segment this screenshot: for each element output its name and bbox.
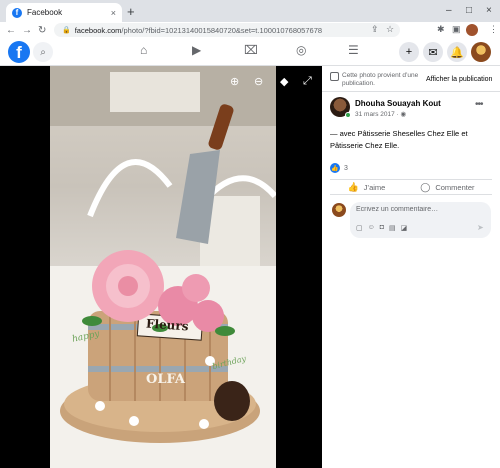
browser-tab-bar: f Facebook × + – □ ×	[0, 0, 500, 22]
like-reaction-icon: 👍	[330, 163, 340, 173]
tab-close-icon[interactable]: ×	[111, 8, 116, 18]
fullscreen-icon[interactable]: ⤢	[303, 75, 312, 88]
emoji-icon[interactable]: ☺	[368, 224, 375, 232]
audience-globe-icon: ◉	[400, 111, 407, 118]
sticker-icon[interactable]: ◪	[401, 224, 408, 232]
minimize-button[interactable]: –	[446, 5, 452, 16]
extensions-icon[interactable]: ✱	[437, 24, 445, 35]
close-window-button[interactable]: ×	[486, 5, 492, 16]
lock-icon: 🔒	[62, 27, 71, 34]
thumbs-up-icon: 👍	[347, 181, 359, 192]
post-source-notice: Cette photo provient d’une publication. …	[330, 70, 500, 92]
caption-suffix: .	[397, 141, 400, 150]
comment-input[interactable]	[356, 206, 484, 213]
home-icon[interactable]: ⌂	[140, 43, 147, 57]
cake-photo[interactable]: Fleurs OLFA happy birthday	[50, 66, 276, 468]
messenger-icon[interactable]: ✉	[423, 42, 443, 62]
facebook-logo-icon[interactable]: f	[8, 41, 30, 63]
post-actions: 👍 J’aime ◯ Commenter	[330, 179, 492, 195]
reaction-count: 3	[344, 164, 348, 172]
gif-icon[interactable]: ▤	[389, 224, 396, 232]
photo-viewer: Fleurs OLFA happy birthday ⊕ ⊖ ◆ ⤢	[0, 66, 322, 468]
account-avatar[interactable]	[471, 42, 491, 62]
new-tab-button[interactable]: +	[127, 4, 135, 19]
tag-link-sheselles[interactable]: Pâtisserie Sheselles Chez Elle	[358, 129, 460, 138]
post-date-text: 31 mars 2017 ·	[355, 111, 401, 118]
cake-plaque-text: Fleurs	[145, 316, 189, 334]
more-options-button[interactable]: •••	[475, 99, 483, 110]
comment-bubble-icon: ◯	[420, 181, 431, 192]
cake-illustration	[50, 66, 276, 468]
maximize-button[interactable]: □	[466, 5, 472, 16]
composer-tools: ▢ ☺ ◘ ▤ ◪	[356, 224, 407, 232]
menu-icon[interactable]: ☰	[348, 43, 359, 57]
facebook-header: f ⌕ ⌂ ▶ ⌧ ◎ ☰ + ✉ 🔔	[0, 38, 500, 66]
share-icon[interactable]: ⇪	[371, 24, 379, 35]
notifications-bell-icon[interactable]: 🔔	[447, 42, 467, 62]
reactions-summary[interactable]: 👍 3	[330, 163, 348, 173]
video-icon[interactable]: ▶	[192, 43, 201, 57]
chrome-menu-icon[interactable]: ⋮	[489, 24, 498, 35]
comment-button[interactable]: ◯ Commenter	[420, 182, 474, 193]
post-date[interactable]: 31 mars 2017 · ◉	[355, 110, 406, 118]
tab-title: Facebook	[27, 8, 63, 17]
commenter-avatar	[332, 203, 346, 217]
comment-composer: ▢ ☺ ◘ ▤ ◪ ➤	[350, 202, 491, 238]
like-button[interactable]: 👍 J’aime	[347, 182, 385, 193]
post-caption: — avec Pâtisserie Sheselles Chez Elle et…	[330, 128, 495, 152]
send-icon[interactable]: ➤	[477, 223, 484, 232]
comment-label: Commenter	[435, 182, 475, 192]
cake-name-text: OLFA	[146, 372, 186, 387]
browser-tab[interactable]: f Facebook ×	[6, 3, 122, 22]
avatar-sticker-icon[interactable]: ▢	[356, 224, 363, 232]
info-icon	[330, 72, 339, 81]
sidepanel-icon[interactable]: ▣	[452, 24, 461, 35]
browser-toolbar: ← → ↻ 🔒 facebook.com/photo/?fbid=1021314…	[0, 22, 500, 38]
facebook-favicon-icon: f	[12, 7, 22, 18]
groups-icon[interactable]: ◎	[296, 43, 306, 57]
search-icon[interactable]: ⌕	[33, 42, 53, 62]
caption-prefix: — avec	[330, 129, 358, 138]
create-plus-icon[interactable]: +	[399, 42, 419, 62]
star-icon[interactable]: ☆	[386, 24, 394, 35]
back-arrow-icon[interactable]: ←	[6, 22, 16, 38]
camera-icon[interactable]: ◘	[380, 224, 384, 232]
reload-icon[interactable]: ↻	[38, 22, 46, 38]
forward-arrow-icon[interactable]: →	[22, 22, 32, 38]
zoom-out-icon[interactable]: ⊖	[254, 75, 263, 88]
zoom-in-icon[interactable]: ⊕	[230, 75, 239, 88]
post-details-panel: Cette photo provient d’une publication. …	[322, 66, 500, 468]
panel-divider	[322, 91, 500, 92]
author-name[interactable]: Dhouha Souayah Kout	[355, 99, 441, 108]
address-bar[interactable]: 🔒 facebook.com/photo/?fbid=1021314001584…	[54, 23, 400, 37]
view-post-link[interactable]: Afficher la publication	[426, 76, 492, 83]
url-host: facebook.com	[74, 25, 122, 35]
caption-joiner: et	[459, 129, 468, 138]
browser-profile-avatar[interactable]	[466, 24, 478, 36]
like-label: J’aime	[363, 182, 386, 192]
online-status-dot	[345, 112, 351, 118]
notice-text: Cette photo provient d’une publication.	[342, 72, 419, 87]
url-text: facebook.com/photo/?fbid=102131400158407…	[75, 26, 322, 35]
marketplace-icon[interactable]: ⌧	[244, 43, 258, 57]
url-path: /photo/?fbid=10213140015840720&set=t.100…	[121, 25, 323, 35]
tag-link-chez-elle[interactable]: Pâtisserie Chez Elle	[330, 141, 397, 150]
tag-icon[interactable]: ◆	[280, 75, 288, 88]
